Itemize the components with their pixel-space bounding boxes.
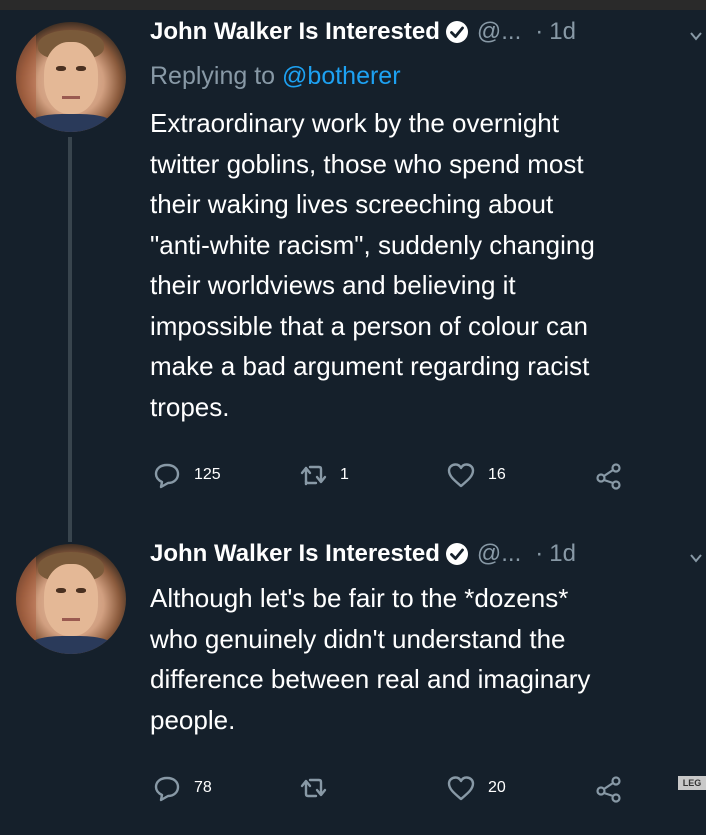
tweet-text: Extraordinary work by the overnight twit… [150,103,695,427]
text-line: tropes. [150,391,230,422]
tweet-header: John Walker Is Interested @... · 1d [150,18,576,46]
text-line: Extraordinary work by the overnight [150,108,559,138]
like-button[interactable]: 20 [446,773,506,803]
reply-count: 125 [194,466,221,483]
author-name[interactable]: John Walker Is Interested [150,540,440,568]
text-line: twitter goblins, those who spend most [150,148,584,179]
tweet-header: John Walker Is Interested @... · 1d [150,540,576,568]
text-line: impossible that a person of colour can [150,310,588,341]
like-count: 16 [488,466,506,483]
speech-bubble-icon [154,776,180,802]
text-line: people. [150,704,236,735]
text-line: their waking lives screeching about [150,189,554,219]
heart-outline-icon [447,463,475,488]
timestamp[interactable]: 1d [549,18,576,46]
top-strip [0,0,706,10]
text-line: their worldviews and believing it [150,270,516,300]
verified-badge-icon [445,543,468,565]
author-name[interactable]: John Walker Is Interested [150,18,440,46]
thread-connector [68,137,72,542]
like-count: 20 [488,779,506,796]
reply-button[interactable]: 78 [152,773,212,803]
text-line: "anti-white racism", suddenly changing [150,229,595,260]
heart-outline-icon [447,776,475,801]
verified-badge-icon [445,21,468,43]
retweet-arrows-icon [300,465,327,486]
avatar[interactable] [16,544,126,654]
text-line: make a bad argument regarding racist [150,351,590,381]
author-handle[interactable]: @... [477,540,521,568]
separator-dot: · [535,18,544,45]
chevron-down-icon[interactable] [688,28,704,44]
text-line: who genuinely didn't understand the [150,623,566,654]
speech-bubble-icon [154,463,180,489]
share-nodes-icon [596,776,621,803]
mention-link[interactable]: @botherer [282,62,401,90]
watermark-logo: LEG [678,776,706,790]
replying-to: Replying to @botherer [150,62,401,91]
chevron-down-icon[interactable] [688,550,704,566]
replying-prefix: Replying to [150,62,283,90]
timestamp[interactable]: 1d [549,540,576,568]
author-handle[interactable]: @... [477,18,521,46]
retweet-count: 1 [340,466,349,483]
retweet-button[interactable] [298,773,328,803]
text-line: difference between real and imaginary [150,664,591,694]
retweet-button[interactable]: 1 [298,460,349,490]
reply-count: 78 [194,779,212,796]
text-line: Although let's be fair to the *dozens* [150,583,569,613]
avatar[interactable] [16,22,126,132]
tweet-text: Although let's be fair to the *dozens* w… [150,578,695,740]
reply-button[interactable]: 125 [152,460,221,490]
share-button[interactable] [594,460,624,490]
like-button[interactable]: 16 [446,460,506,490]
retweet-arrows-icon [300,778,327,798]
share-nodes-icon [596,463,621,490]
separator-dot: · [535,540,544,567]
share-button[interactable] [594,773,624,803]
